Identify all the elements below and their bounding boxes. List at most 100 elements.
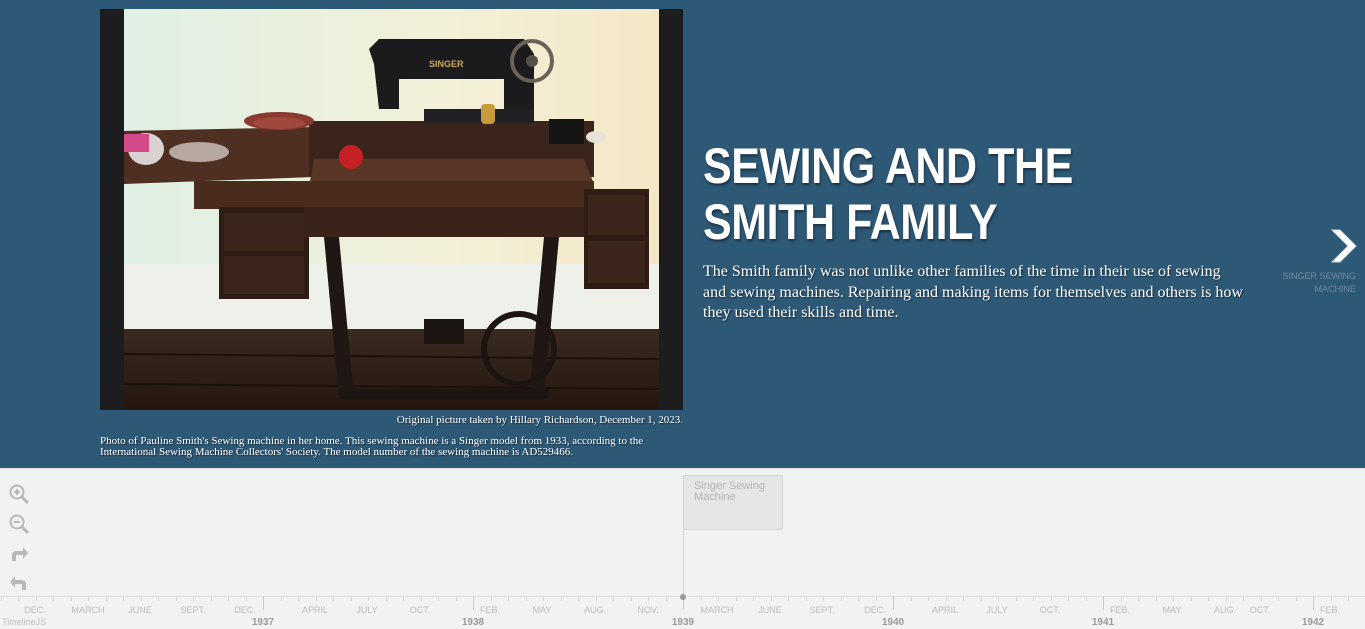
slide-text: The Smith family was not unlike other fa…: [703, 263, 1243, 321]
month-tick: [613, 596, 614, 601]
month-tick: [718, 596, 719, 601]
time-axis: DEC. MARCH JUNE SEPT. DEC. APRIL JULY OC…: [0, 594, 1365, 629]
media-credit: Original picture taken by Hillary Richar…: [396, 414, 683, 426]
month-tick: [123, 596, 124, 601]
month-tick: [648, 596, 649, 601]
month-label: FEB.: [479, 605, 501, 615]
month-tick: [1261, 596, 1262, 601]
month-tick: [1138, 596, 1139, 601]
month-tick: [981, 596, 982, 601]
month-label: NOV.: [637, 605, 659, 615]
timeline-marker[interactable]: Singer Sewing Machine: [683, 475, 783, 530]
month-tick: [438, 596, 439, 601]
slide-headline: SEWING AND THE SMITH FAMILY: [703, 138, 1073, 250]
month-tick: [298, 596, 299, 601]
month-tick: [946, 596, 947, 601]
month-tick: [753, 596, 754, 601]
undo-icon[interactable]: [8, 572, 30, 594]
sewing-machine-photo: SINGER: [124, 9, 659, 410]
month-tick: [1191, 596, 1192, 601]
month-tick: [1243, 596, 1244, 601]
month-tick: [963, 596, 964, 601]
month-tick: [1033, 596, 1034, 601]
month-tick: [788, 596, 789, 601]
month-tick: [53, 596, 54, 601]
singer-logo-text: SINGER: [429, 59, 464, 69]
month-tick: [491, 596, 492, 601]
redo-icon[interactable]: [8, 543, 30, 565]
month-tick: [1068, 596, 1069, 601]
month-tick: [806, 596, 807, 601]
month-tick: [368, 596, 369, 601]
month-tick: [281, 596, 282, 601]
year-tick: [893, 596, 894, 610]
month-tick: [158, 596, 159, 601]
month-tick: [1173, 596, 1174, 601]
month-tick: [1016, 596, 1017, 601]
month-tick: [876, 596, 877, 601]
month-tick: [998, 596, 999, 601]
month-label: FEB.: [1319, 605, 1341, 615]
month-label: SEPT.: [809, 605, 835, 615]
marker-label[interactable]: Singer Sewing Machine: [694, 481, 772, 503]
year-label: 1939: [671, 617, 695, 628]
month-tick: [1296, 596, 1297, 601]
month-label: DEC.: [24, 605, 46, 615]
month-tick: [193, 596, 194, 601]
zoom-in-icon[interactable]: [8, 483, 30, 505]
month-tick: [403, 596, 404, 601]
year-label: 1938: [461, 617, 485, 628]
month-tick: [141, 596, 142, 601]
month-label: AUG.: [583, 605, 607, 615]
month-tick: [928, 596, 929, 601]
month-tick: [211, 596, 212, 601]
month-label: DEC.: [234, 605, 256, 615]
year-tick: [1313, 596, 1314, 610]
month-tick: [228, 596, 229, 601]
month-tick: [823, 596, 824, 601]
month-tick: [508, 596, 509, 601]
month-tick: [1348, 596, 1349, 601]
month-tick: [1331, 596, 1332, 601]
month-label: JULY: [986, 605, 1008, 615]
month-tick: [771, 596, 772, 601]
year-label: 1940: [881, 617, 905, 628]
timelinejs-brand[interactable]: TimelineJS: [2, 617, 46, 627]
month-tick: [351, 596, 352, 601]
month-tick: [911, 596, 912, 601]
next-slide-button[interactable]: SINGER SEWING MACHINE: [1280, 226, 1360, 296]
month-tick: [246, 596, 247, 601]
year-label: 1942: [1301, 617, 1325, 628]
month-label: MARCH: [71, 605, 105, 615]
current-position-dot: [680, 594, 686, 600]
month-tick: [1, 596, 2, 601]
month-label: APRIL: [301, 605, 329, 615]
month-tick: [106, 596, 107, 601]
month-tick: [71, 596, 72, 601]
month-tick: [1208, 596, 1209, 601]
marker-line: [683, 529, 684, 599]
next-slide-title[interactable]: SINGER SEWING MACHINE: [1280, 270, 1356, 296]
month-tick: [421, 596, 422, 601]
month-tick: [526, 596, 527, 601]
month-label: JULY: [356, 605, 378, 615]
chevron-right-icon[interactable]: [1326, 226, 1360, 266]
year-tick: [1103, 596, 1104, 610]
month-tick: [841, 596, 842, 601]
year-tick: [473, 596, 474, 610]
month-tick: [1051, 596, 1052, 601]
media-frame: SINGER: [100, 9, 683, 410]
month-label: MARCH: [700, 605, 734, 615]
month-tick: [578, 596, 579, 601]
month-tick: [701, 596, 702, 601]
month-label: FEB.: [1109, 605, 1131, 615]
zoom-out-icon[interactable]: [8, 513, 30, 535]
year-tick: [263, 596, 264, 610]
month-tick: [1121, 596, 1122, 601]
month-label: MAY: [532, 605, 552, 615]
month-tick: [561, 596, 562, 601]
month-label: SEPT.: [180, 605, 206, 615]
month-label: JUNE: [758, 605, 782, 615]
month-tick: [736, 596, 737, 601]
month-label: APRIL: [931, 605, 959, 615]
